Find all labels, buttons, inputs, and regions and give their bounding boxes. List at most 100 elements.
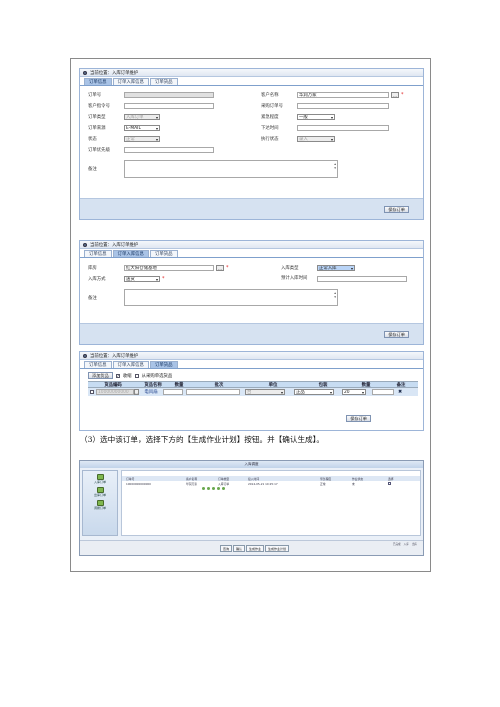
cell-status: 未 <box>352 481 355 486</box>
more-button[interactable]: ... <box>391 92 399 98</box>
tab-order-inbound-info[interactable]: 订单入库信息 <box>112 78 149 85</box>
table-row[interactable]: 10000000000 .. 电风扇 台 ▾ 正品 ▾ 20 ▾ ✖ <box>88 388 418 396</box>
chevron-down-icon: ▾ <box>155 137 158 142</box>
collapse-checkbox[interactable]: ✓ <box>115 373 120 378</box>
chevron-down-icon: ▾ <box>155 115 158 120</box>
generate-job-plan-button[interactable]: 生成作业计划 <box>265 545 290 552</box>
generate-job-button[interactable]: 生成作业 <box>246 545 265 552</box>
row-checkbox[interactable] <box>90 390 94 394</box>
purchase-order-label: 采购订单号 <box>261 104 283 109</box>
order-type-select[interactable]: 入库订单 ▾ <box>124 114 160 120</box>
tab-order-info[interactable]: 订单信息 <box>84 361 112 368</box>
col-batch: 批次 <box>214 382 224 388</box>
col-status: 作业状态 <box>352 476 364 481</box>
panel3-tabs: 订单信息 订单入库信息 订单货品 <box>80 360 423 369</box>
exec-status-select[interactable]: 录入 ▾ <box>297 136 335 142</box>
order-info-panel: 当前位置：入库订单维护 订单信息 订单入库信息 订单货品 订单号 客户指令号 订… <box>79 68 424 220</box>
status-value: 正常 <box>126 137 135 142</box>
location-icon <box>83 353 87 358</box>
query-button[interactable]: 查询 <box>220 545 233 552</box>
table-row[interactable]: 10000000000000 华润万家 入库订单 2014-05-21 10:2… <box>122 481 420 486</box>
action-bar: 保存订单 <box>80 323 423 344</box>
tab-order-info[interactable]: 订单信息 <box>84 250 112 257</box>
tab-order-goods[interactable]: 订单货品 <box>149 78 178 85</box>
action-dot-icon[interactable] <box>207 487 210 490</box>
urgency-select[interactable]: 一般 ▾ <box>297 114 335 120</box>
issue-time-label: 下达时间 <box>261 126 279 131</box>
priority-label: 订单优先级 <box>88 148 110 153</box>
qty-select[interactable]: 20 ▾ <box>342 389 366 395</box>
cell-order-no: 10000000000000 <box>126 481 151 486</box>
qty-value: 20 <box>344 389 350 395</box>
action-dot-icon[interactable] <box>202 487 205 490</box>
scroll-arrows-icon[interactable]: ▴ ▾ <box>334 162 336 170</box>
row-checkbox[interactable] <box>388 482 391 485</box>
sidebar-item-outbound[interactable]: 出库订单 <box>83 487 117 497</box>
customer-order-input[interactable] <box>124 103 214 109</box>
status-select[interactable]: 正常 ▾ <box>124 136 160 142</box>
inbound-method-label: 入库方式 <box>88 277 106 282</box>
order-no-input[interactable] <box>124 92 214 98</box>
tab-order-info[interactable]: 订单信息 <box>84 78 112 85</box>
confirm-button[interactable]: 确认 <box>233 545 246 552</box>
window-title: 入库调度 <box>80 461 423 468</box>
panel1-tabs: 订单信息 订单入库信息 订单货品 <box>80 77 423 86</box>
location-icon <box>83 242 87 247</box>
col-customer: 客户名称 <box>186 476 198 481</box>
remark-textarea[interactable]: ▴ ▾ <box>124 160 338 178</box>
col-unit: 单位 <box>268 382 278 388</box>
col-goods-name: 货品名称 <box>144 382 162 388</box>
action-dot-icon[interactable] <box>222 487 225 490</box>
chevron-down-icon: ▾ <box>330 137 333 142</box>
save-order-button[interactable]: 保存订单 <box>384 331 409 338</box>
location-icon <box>83 70 87 75</box>
status-done: 已完成 <box>392 543 401 546</box>
package-select[interactable]: 正品 ▾ <box>294 389 334 395</box>
more-button[interactable]: ... <box>216 265 224 271</box>
status-outbound: 出库 <box>411 543 417 546</box>
tab-order-inbound-info[interactable]: 订单入库信息 <box>112 250 149 257</box>
customer-name-input[interactable]: 华润万家 <box>297 92 389 98</box>
purchase-order-input[interactable] <box>297 103 389 109</box>
add-goods-button[interactable]: 添加货品 <box>88 372 113 379</box>
remark-textarea[interactable]: ▴ ▾ <box>124 289 338 306</box>
priority-input[interactable] <box>124 147 214 153</box>
chevron-down-icon: ▾ <box>330 115 333 120</box>
col-urgency: 紧急程度 <box>320 476 332 481</box>
package-value: 正品 <box>296 390 305 395</box>
order-source-select[interactable]: E-MAIL ▾ <box>124 125 160 131</box>
sidebar-item-inbound[interactable]: 入库订单 <box>83 474 117 484</box>
cell-order-type: 入库订单 <box>218 481 230 486</box>
issue-time-input[interactable] <box>297 125 389 131</box>
sidebar-item-transfer[interactable]: 调拨订单 <box>83 500 117 510</box>
delete-icon[interactable]: ✖ <box>398 389 402 395</box>
tab-order-goods[interactable]: 订单货品 <box>149 250 178 257</box>
chevron-down-icon: ▾ <box>361 390 364 395</box>
save-order-button[interactable]: 保存订单 <box>346 415 371 422</box>
remark-input[interactable] <box>372 389 394 395</box>
tab-order-goods[interactable]: 订单货品 <box>149 361 178 368</box>
planned-time-input[interactable] <box>317 276 407 282</box>
scroll-arrows-icon[interactable]: ▴ ▾ <box>334 291 336 299</box>
quantity-input[interactable] <box>163 389 183 395</box>
sidebar-item-label: 调拨订单 <box>93 506 106 510</box>
bottom-bar: 已完成 入库 出库 查询 确认 生成作业 生成作业计划 <box>80 540 423 555</box>
inbound-method-select[interactable]: 送货 ▾ <box>124 276 160 282</box>
unit-select[interactable]: 台 ▾ <box>245 389 285 395</box>
inbound-type-label: 入库类型 <box>281 266 299 271</box>
batch-input[interactable] <box>186 389 240 395</box>
action-dot-icon[interactable] <box>217 487 220 490</box>
inbound-type-select[interactable]: 正常入库 ▾ <box>317 265 355 271</box>
required-mark: * <box>226 265 229 271</box>
collapse-label: 收缩 <box>122 373 132 379</box>
from-purchase-checkbox[interactable] <box>134 373 139 378</box>
save-order-button[interactable]: 保存订单 <box>384 206 409 213</box>
tab-order-inbound-info[interactable]: 订单入库信息 <box>112 361 149 368</box>
col-package: 包装 <box>318 382 328 388</box>
warehouse-input[interactable]: 红大阳仓储基地 <box>124 265 214 271</box>
col-goods-code: 货品编码 <box>104 382 122 388</box>
goods-code-input[interactable]: 10000000000 <box>96 389 134 395</box>
col-select: 选择 <box>388 476 394 481</box>
action-dot-icon[interactable] <box>212 487 215 490</box>
location-text: 当前位置：入库订单维护 <box>90 353 139 359</box>
